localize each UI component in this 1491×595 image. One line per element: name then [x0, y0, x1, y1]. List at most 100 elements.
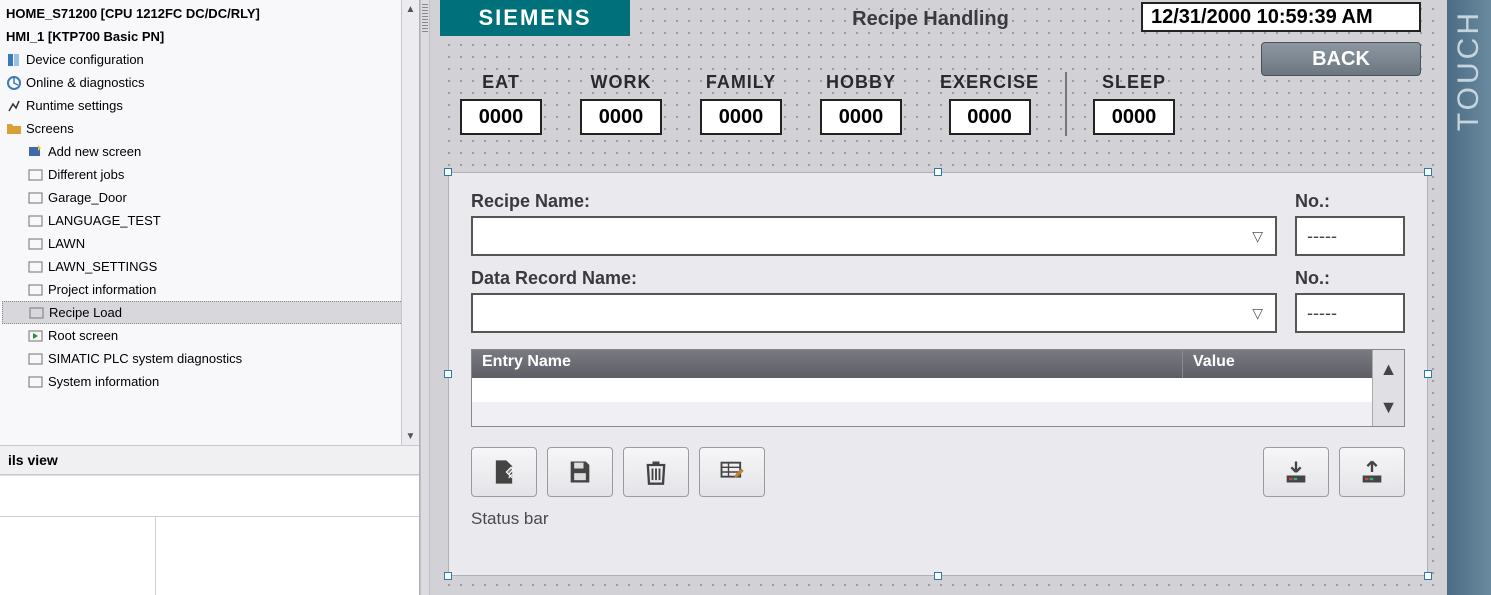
- tree-node-screens-folder[interactable]: Screens: [2, 117, 419, 140]
- tree-node-runtime-settings[interactable]: Runtime settings: [2, 94, 419, 117]
- io-block-exercise: EXERCISE 0000: [940, 72, 1039, 135]
- io-separator: [1065, 72, 1067, 136]
- tree-node-plc[interactable]: HOME_S71200 [CPU 1212FC DC/DC/RLY]: [2, 2, 419, 25]
- resize-handle-sw[interactable]: [444, 572, 452, 580]
- recipe-entry-grid[interactable]: Entry Name Value ▲ ▼: [471, 349, 1405, 427]
- back-button[interactable]: BACK: [1261, 42, 1421, 76]
- tree-node-screen[interactable]: Project information: [2, 278, 419, 301]
- tree-label: Add new screen: [48, 140, 141, 163]
- tree-scrollbar[interactable]: ▲ ▼: [401, 0, 419, 445]
- save-record-button[interactable]: [547, 447, 613, 497]
- tree-node-screen[interactable]: System information: [2, 370, 419, 393]
- screen-icon: [29, 305, 45, 321]
- datetime-field[interactable]: 12/31/2000 10:59:39 AM: [1141, 2, 1421, 32]
- tree-node-screen[interactable]: LANGUAGE_TEST: [2, 209, 419, 232]
- new-record-button[interactable]: [471, 447, 537, 497]
- resize-handle-nw[interactable]: [444, 168, 452, 176]
- resize-handle-w[interactable]: [444, 370, 452, 378]
- screen-editor: SIEMENS Recipe Handling 12/31/2000 10:59…: [430, 0, 1491, 595]
- tree-label: Project information: [48, 278, 156, 301]
- recipe-no-label: No.:: [1295, 191, 1405, 212]
- hmi-node-label: HMI_1 [KTP700 Basic PN]: [6, 25, 164, 48]
- io-field-eat[interactable]: 0000: [460, 99, 542, 135]
- rename-record-button[interactable]: [699, 447, 765, 497]
- screen-icon: [28, 190, 44, 206]
- device-config-icon: [6, 52, 22, 68]
- download-to-plc-icon: [1282, 458, 1310, 486]
- tree-label: SIMATIC PLC system diagnostics: [48, 347, 242, 370]
- recipe-status-bar: Status bar: [471, 509, 1405, 529]
- io-field-work[interactable]: 0000: [580, 99, 662, 135]
- io-field-exercise[interactable]: 0000: [949, 99, 1031, 135]
- tree-node-screen-selected[interactable]: Recipe Load: [2, 301, 419, 324]
- recipe-view[interactable]: Recipe Name: ▽ No.: ----- Data Record Na…: [448, 172, 1428, 576]
- tree-node-screen[interactable]: SIMATIC PLC system diagnostics: [2, 347, 419, 370]
- tree-node-add-screen[interactable]: Add new screen: [2, 140, 419, 163]
- write-to-plc-button[interactable]: [1263, 447, 1329, 497]
- record-no-label: No.:: [1295, 268, 1405, 289]
- scroll-down-icon[interactable]: ▼: [402, 427, 419, 445]
- tree-node-screen[interactable]: Garage_Door: [2, 186, 419, 209]
- folder-icon: [6, 121, 22, 137]
- upload-from-plc-icon: [1358, 458, 1386, 486]
- tree-label: Runtime settings: [26, 94, 123, 117]
- tree-label: LANGUAGE_TEST: [48, 209, 161, 232]
- io-label: EXERCISE: [940, 72, 1039, 93]
- recipe-name-combo[interactable]: ▽: [471, 216, 1277, 256]
- io-label: SLEEP: [1102, 72, 1166, 93]
- io-block-sleep: SLEEP 0000: [1093, 72, 1175, 135]
- touch-side-bar: TOUCH: [1447, 0, 1491, 595]
- grid-col-entry: Entry Name: [472, 350, 1182, 378]
- tree-node-screen[interactable]: LAWN_SETTINGS: [2, 255, 419, 278]
- io-label: HOBBY: [826, 72, 896, 93]
- add-screen-icon: [28, 144, 44, 160]
- tree-label: Garage_Door: [48, 186, 127, 209]
- trash-icon: [642, 458, 670, 486]
- back-button-label: BACK: [1312, 48, 1370, 71]
- scroll-up-icon[interactable]: ▲: [402, 0, 419, 18]
- screen-icon: [28, 282, 44, 298]
- scroll-thumb[interactable]: [402, 18, 419, 427]
- io-block-work: WORK 0000: [580, 72, 662, 135]
- screen-icon: [28, 236, 44, 252]
- tree-node-device-config[interactable]: Device configuration: [2, 48, 419, 71]
- new-record-icon: [490, 458, 518, 486]
- resize-handle-s[interactable]: [934, 572, 942, 580]
- table-edit-icon: [718, 458, 746, 486]
- resize-handle-e[interactable]: [1424, 370, 1432, 378]
- record-name-label: Data Record Name:: [471, 268, 1277, 289]
- io-block-hobby: HOBBY 0000: [820, 72, 902, 135]
- tree-node-root-screen[interactable]: Root screen: [2, 324, 419, 347]
- save-icon: [566, 458, 594, 486]
- grid-scroll-up[interactable]: ▲: [1373, 350, 1404, 388]
- io-field-hobby[interactable]: 0000: [820, 99, 902, 135]
- tree-label: Recipe Load: [49, 301, 122, 324]
- record-name-combo[interactable]: ▽: [471, 293, 1277, 333]
- grid-body[interactable]: [472, 378, 1372, 426]
- project-tree[interactable]: HOME_S71200 [CPU 1212FC DC/DC/RLY] HMI_1…: [0, 0, 419, 395]
- grid-scroll-down[interactable]: ▼: [1373, 388, 1404, 426]
- tree-node-hmi[interactable]: HMI_1 [KTP700 Basic PN]: [2, 25, 419, 48]
- tree-label: Root screen: [48, 324, 118, 347]
- resize-handle-se[interactable]: [1424, 572, 1432, 580]
- io-field-sleep[interactable]: 0000: [1093, 99, 1175, 135]
- resize-handle-n[interactable]: [934, 168, 942, 176]
- tree-node-screen[interactable]: Different jobs: [2, 163, 419, 186]
- datetime-value: 12/31/2000 10:59:39 AM: [1151, 6, 1373, 29]
- recipe-no-field[interactable]: -----: [1295, 216, 1405, 256]
- io-field-family[interactable]: 0000: [700, 99, 782, 135]
- record-no-field[interactable]: -----: [1295, 293, 1405, 333]
- vertical-splitter[interactable]: [420, 0, 430, 595]
- io-block-family: FAMILY 0000: [700, 72, 782, 135]
- plc-node-label: HOME_S71200 [CPU 1212FC DC/DC/RLY]: [6, 2, 260, 25]
- delete-record-button[interactable]: [623, 447, 689, 497]
- tree-node-online-diag[interactable]: Online & diagnostics: [2, 71, 419, 94]
- diagnostics-icon: [6, 75, 22, 91]
- resize-handle-ne[interactable]: [1424, 168, 1432, 176]
- read-from-plc-button[interactable]: [1339, 447, 1405, 497]
- tree-label: Different jobs: [48, 163, 124, 186]
- io-block-eat: EAT 0000: [460, 72, 542, 135]
- screen-icon: [28, 167, 44, 183]
- tree-node-screen[interactable]: LAWN: [2, 232, 419, 255]
- tree-label: Online & diagnostics: [26, 71, 145, 94]
